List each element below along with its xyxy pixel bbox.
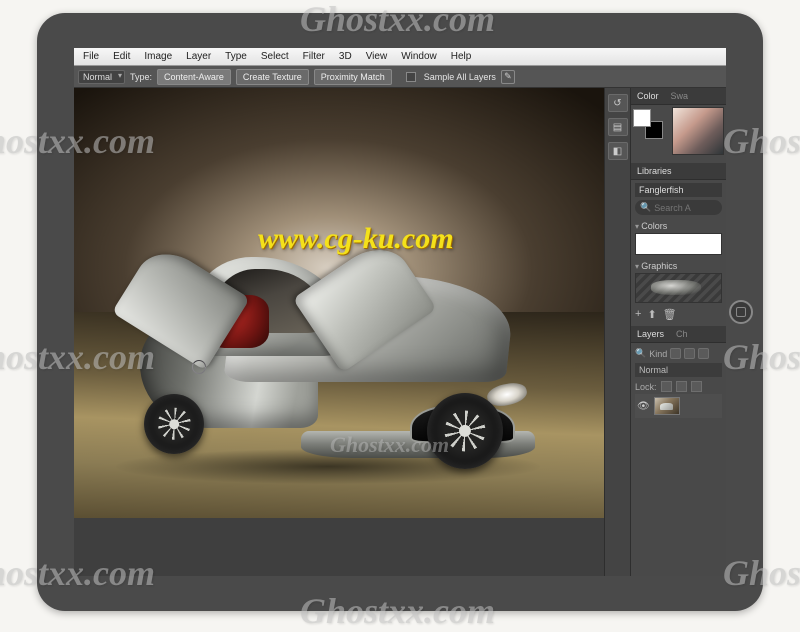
filter-type-icon[interactable] [698, 348, 709, 359]
lock-row: Lock: [635, 379, 722, 394]
right-panels: Color Swa Libraries Fanglerf [630, 88, 726, 576]
menu-edit[interactable]: Edit [106, 48, 137, 66]
lock-pixels-icon[interactable] [676, 381, 687, 392]
library-search[interactable]: 🔍 [635, 200, 722, 215]
menu-filter[interactable]: Filter [296, 48, 332, 66]
collapsed-panel-strip: ↺ ▤ ◧ [604, 88, 630, 576]
mode-select[interactable]: Normal [78, 70, 125, 84]
lock-transparent-icon[interactable] [661, 381, 672, 392]
library-color-swatch[interactable] [635, 233, 722, 255]
menu-3d[interactable]: 3D [332, 48, 359, 66]
adjustments-icon[interactable]: ◧ [608, 142, 628, 160]
library-name-select[interactable]: Fanglerfish [635, 183, 722, 197]
lock-label: Lock: [635, 382, 657, 392]
trash-icon[interactable]: 🗑 [663, 308, 677, 321]
tab-swatches[interactable]: Swa [665, 88, 695, 104]
tablet-frame: File Edit Image Layer Type Select Filter… [37, 13, 763, 611]
layer-row[interactable]: 👁 [635, 394, 722, 418]
filter-kind-label: Kind [649, 349, 667, 359]
document-canvas[interactable] [74, 88, 604, 518]
menu-image[interactable]: Image [137, 48, 179, 66]
library-search-input[interactable] [654, 203, 726, 213]
layers-panel: 🔍 Kind Normal Lock: [631, 343, 726, 421]
tab-libraries[interactable]: Libraries [631, 163, 678, 179]
foreground-color-swatch[interactable] [633, 109, 651, 127]
layer-thumbnail[interactable] [654, 397, 680, 415]
layer-visibility-icon[interactable]: 👁 [637, 401, 650, 412]
tab-channels[interactable]: Ch [670, 326, 694, 342]
layer-filter-row: 🔍 Kind [635, 346, 722, 361]
menu-select[interactable]: Select [254, 48, 296, 66]
color-panel-tabs: Color Swa [631, 88, 726, 105]
layers-panel-tabs: Layers Ch [631, 326, 726, 343]
menu-type[interactable]: Type [218, 48, 254, 66]
create-texture-button[interactable]: Create Texture [236, 69, 309, 85]
proximity-match-button[interactable]: Proximity Match [314, 69, 392, 85]
filter-search-icon[interactable]: 🔍 [635, 348, 646, 359]
library-footer: + ⬆ 🗑 [635, 306, 722, 323]
add-icon[interactable]: + [635, 308, 641, 321]
properties-icon[interactable]: ▤ [608, 118, 628, 136]
upload-icon[interactable]: ⬆ [647, 308, 656, 321]
heal-brush-cursor [192, 360, 206, 374]
filter-pixel-icon[interactable] [670, 348, 681, 359]
car-wheel-front [427, 393, 503, 469]
menu-layer[interactable]: Layer [179, 48, 218, 66]
history-icon[interactable]: ↺ [608, 94, 628, 112]
libraries-panel-tabs: Libraries [631, 163, 726, 180]
photoshop-app: File Edit Image Layer Type Select Filter… [74, 48, 726, 576]
tab-color[interactable]: Color [631, 88, 665, 104]
menu-view[interactable]: View [359, 48, 395, 66]
color-spectrum[interactable] [672, 107, 724, 155]
section-graphics[interactable]: Graphics [635, 259, 722, 273]
menu-help[interactable]: Help [444, 48, 479, 66]
tab-layers[interactable]: Layers [631, 326, 670, 342]
tablet-screen: File Edit Image Layer Type Select Filter… [74, 48, 726, 576]
search-icon: 🔍 [640, 202, 651, 213]
canvas-area[interactable] [74, 88, 604, 576]
section-colors[interactable]: Colors [635, 219, 722, 233]
blend-mode-select[interactable]: Normal [635, 363, 722, 377]
options-bar: Normal Type: Content-Aware Create Textur… [74, 66, 726, 88]
filter-adjust-icon[interactable] [684, 348, 695, 359]
fg-bg-colors[interactable] [633, 109, 663, 139]
menu-file[interactable]: File [76, 48, 106, 66]
library-graphic-item[interactable] [635, 273, 722, 303]
color-panel [631, 105, 726, 163]
tablet-home-button[interactable] [729, 300, 753, 324]
main-area: ↺ ▤ ◧ Color Swa [74, 88, 726, 576]
sample-all-layers-checkbox[interactable] [406, 72, 416, 82]
car-wheel-rear [144, 394, 204, 454]
lock-position-icon[interactable] [691, 381, 702, 392]
menubar: File Edit Image Layer Type Select Filter… [74, 48, 726, 66]
pressure-icon[interactable] [501, 70, 515, 84]
menu-window[interactable]: Window [394, 48, 444, 66]
libraries-panel: Fanglerfish 🔍 Colors Graphics + ⬆ 🗑 [631, 180, 726, 326]
sample-all-layers-label: Sample All Layers [424, 72, 496, 82]
content-aware-button[interactable]: Content-Aware [157, 69, 231, 85]
type-label: Type: [130, 72, 152, 82]
